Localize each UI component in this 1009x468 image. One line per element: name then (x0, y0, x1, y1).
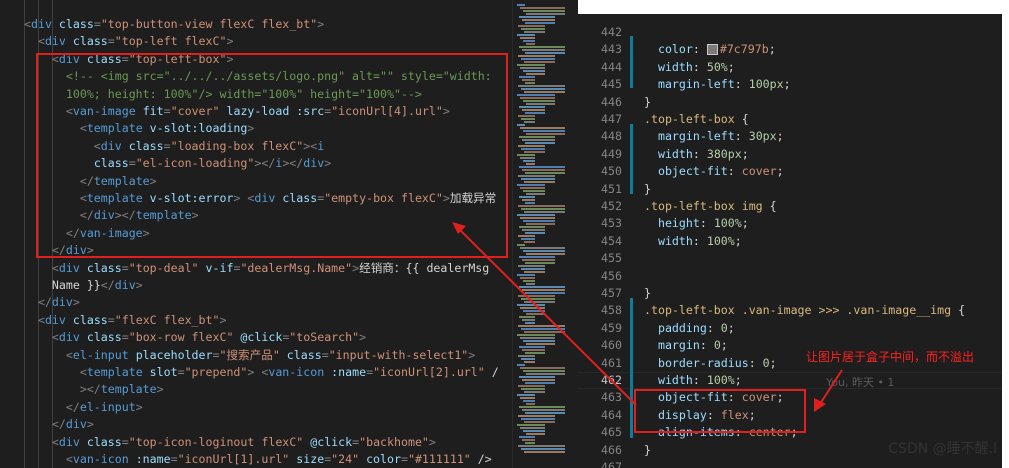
arrow-head (452, 222, 466, 234)
arrow-line (819, 369, 843, 405)
arrow-head (814, 398, 826, 412)
arrow-line (457, 227, 637, 406)
annotation-arrows (452, 222, 843, 412)
watermark: CSDN @睡不醒.l (888, 441, 997, 457)
